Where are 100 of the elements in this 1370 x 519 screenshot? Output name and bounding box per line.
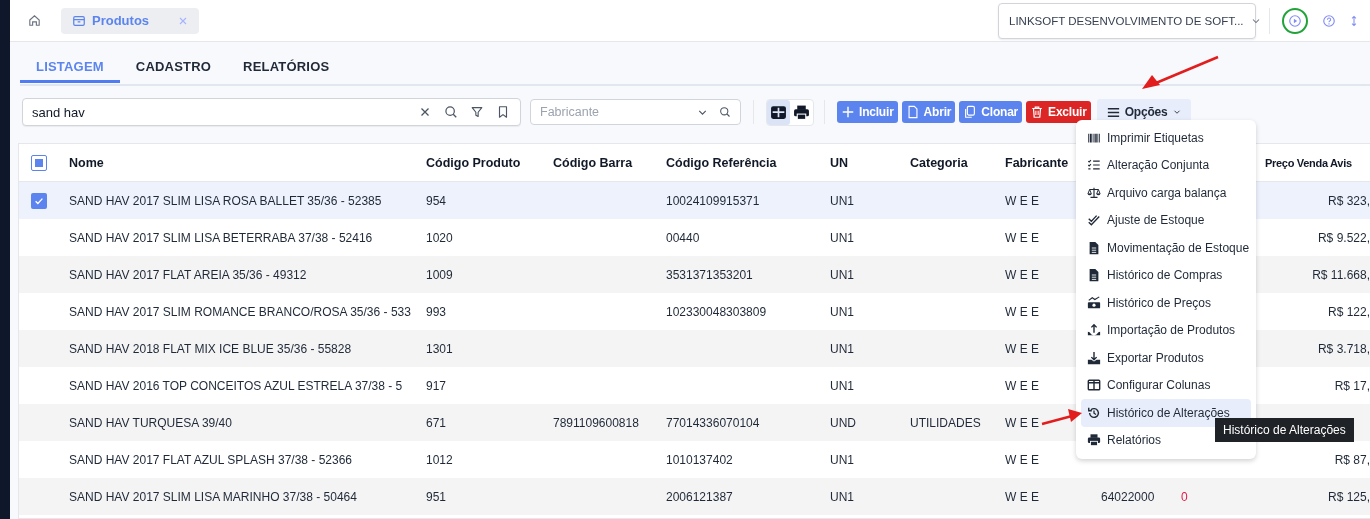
table-cell-text: 64022000 [1100,489,1155,504]
menu-item[interactable]: Configurar Colunas [1081,371,1217,399]
page-tab[interactable]: RELATÓRIOS [227,49,346,83]
table-cell-text: UN1 [829,489,854,504]
trash-icon [1030,105,1045,119]
home-button[interactable] [27,13,42,28]
plus-icon [841,105,855,119]
history-icon [1087,405,1101,420]
view-toggle[interactable] [767,99,790,125]
column-header[interactable]: Código Produto [416,155,521,170]
double-check-icon [1087,213,1101,228]
table-cell-text: 993 [425,304,447,319]
table-cell-text: R$ 122, [1326,304,1370,319]
filter-icon [470,105,484,119]
table-cell-text: UN1 [829,193,854,208]
column-header[interactable]: Fabricante [995,155,1069,170]
table-cell-text: 1020 [425,230,453,245]
column-header[interactable]: Nome [59,155,104,170]
grid-view-icon [770,103,787,121]
menu-item[interactable]: Histórico de Compras [1081,261,1229,289]
table-cell-text: SAND HAV 2017 SLIM LISA MARINHO 37/38 - 50464 [68,489,357,504]
table-cell-text: W E E [1004,267,1039,282]
table-cell-text: R$ 17, [1333,378,1370,393]
table-cell-text: 0 [1180,489,1188,504]
select-all-checkbox[interactable] [31,154,47,171]
table-cell-text: SAND HAV 2018 FLAT MIX ICE BLUE 35/36 - 55828 [68,341,352,356]
column-header[interactable]: Categoria [900,155,968,170]
table-cell-text: UN1 [829,452,854,467]
search-icon [444,105,458,119]
scale-icon [1087,185,1101,200]
action-button[interactable]: Clonar [959,101,1023,123]
table-cell-text: W E E [1004,193,1039,208]
table-cell-text: 1012 [425,452,453,467]
copy-icon [963,105,978,119]
tooltip: Histórico de Alterações [1215,418,1354,442]
columns-icon [1087,378,1101,393]
table-cell-text: W E E [1004,304,1039,319]
column-header[interactable]: UN [820,155,849,170]
table-cell-text: R$ 9.522, [1316,230,1370,245]
document-icon [1087,240,1101,255]
table-cell-text: SAND HAV 2017 SLIM LISA BETERRABA 37/38 - 52416 [68,230,373,245]
table-cell-text: 102330048303809 [665,304,767,319]
table-cell-text: 3531371353201 [665,267,753,282]
menu-item[interactable]: Relatórios [1081,426,1168,454]
menu-item[interactable]: Histórico de Preços [1081,289,1218,317]
menu-item[interactable]: Alteração Conjunta [1081,151,1216,179]
table-cell-text: SAND HAV 2017 FLAT AZUL SPLASH 37/38 - 52366 [68,452,353,467]
table-cell-text: 00440 [665,230,700,245]
table-cell-text: SAND HAV 2016 TOP CONCEITOS AZUL ESTRELA 37/38 - 5 [68,378,403,393]
table-cell-text: 10024109915371 [665,193,760,208]
document-icon [1087,268,1101,283]
table-cell-text: R$ 125, [1326,489,1370,504]
printer-icon [1087,433,1101,448]
table-cell-text: 1301 [425,341,453,356]
table-cell-text: W E E [1004,230,1039,245]
action-button[interactable]: Excluir [1026,101,1091,123]
help-icon [1322,13,1336,28]
box-icon [72,13,86,28]
table-cell-text: 1010137402 [665,452,733,467]
table-cell-text: 951 [425,489,447,504]
menu-item[interactable]: Importação de Produtos [1081,316,1242,344]
table-cell-text: 7891109600818 [552,415,639,430]
column-header[interactable]: Código Barra [543,155,633,170]
column-header[interactable]: Preço Venda Avis [1253,156,1370,169]
document-icon [905,105,920,119]
column-header[interactable]: Código Referência [656,155,777,170]
table-cell-text: 1009 [425,267,453,282]
table-cell-text: SAND HAV 2017 SLIM LISA ROSA BALLET 35/36 - 52385 [68,193,382,208]
menu-item[interactable]: Movimentação de Estoque [1081,234,1256,262]
action-button[interactable]: Incluir [837,101,898,123]
table-cell-text: SAND HAV 2017 SLIM ROMANCE BRANCO/ROSA 35/36 - 533 [68,304,411,319]
table-cell-text: 2006121387 [665,489,733,504]
table-cell-text: 917 [425,378,447,393]
home-icon [27,13,42,28]
table-cell-text: W E E [1004,415,1039,430]
page-tab[interactable]: CADASTRO [119,49,228,83]
table-cell-text: SAND HAV 2017 FLAT AREIA 35/36 - 49312 [68,267,307,282]
upload-icon [1087,323,1101,338]
table-cell-text: R$ 323, [1326,193,1370,208]
search-field[interactable]: sand hav [22,98,521,126]
table-cell-text: SAND HAV TURQUESA 39/40 [68,415,232,430]
table-cell-text: W E E [1004,341,1039,356]
table-cell-text: UN1 [829,304,854,319]
row-checkbox[interactable] [31,192,47,209]
table-cell-text: 77014336070104 [665,415,760,430]
menu-item[interactable]: Imprimir Etiquetas [1081,124,1210,152]
money-chart-icon [1087,295,1101,310]
table-cell-text: 954 [425,193,447,208]
action-button[interactable]: Abrir [901,101,956,123]
menu-item[interactable]: Exportar Produtos [1081,344,1210,372]
table-cell-text: R$ 87, [1333,452,1370,467]
table-cell-text: UN1 [829,341,854,356]
table-cell-text: R$ 11.668, [1311,267,1370,282]
menu-item[interactable]: Ajuste de Estoque [1081,206,1211,234]
table-cell-text: W E E [1004,489,1039,504]
table-cell-text: UN1 [829,230,854,245]
printer-icon [793,103,810,121]
play-icon [1288,13,1302,28]
search-icon [719,106,731,118]
menu-item[interactable]: Arquivo carga balança [1081,179,1233,207]
